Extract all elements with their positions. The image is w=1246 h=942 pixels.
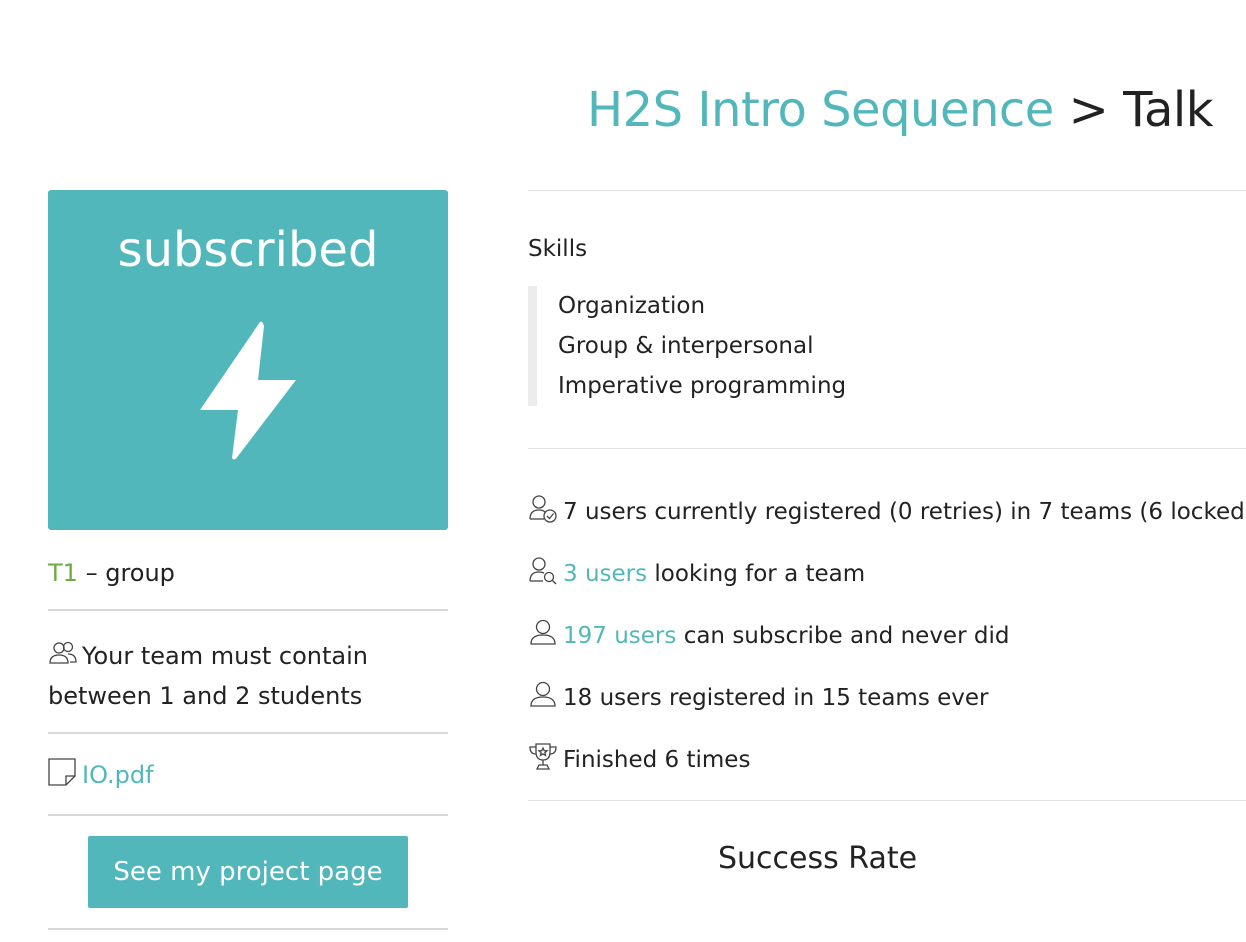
breadcrumb-current: Talk xyxy=(1123,82,1213,138)
divider xyxy=(528,190,1246,191)
user-icon xyxy=(530,619,556,645)
divider xyxy=(48,609,448,611)
stat-looking-text: looking for a team xyxy=(654,561,866,587)
stat-looking: 3 users looking for a team xyxy=(528,556,865,590)
breadcrumb-separator: > xyxy=(1068,82,1109,138)
user-check-icon xyxy=(529,495,557,523)
divider xyxy=(48,732,448,734)
tier-label: T1 xyxy=(48,559,78,587)
skill-item: Organization xyxy=(558,293,706,319)
attachment-link[interactable]: IO.pdf xyxy=(82,761,154,789)
divider xyxy=(48,814,448,816)
divider xyxy=(528,448,1246,449)
can-subscribe-users-link[interactable]: 197 users xyxy=(563,623,676,649)
page-title: H2S Intro Sequence > Talk xyxy=(587,80,1213,140)
breadcrumb-project-link[interactable]: H2S Intro Sequence xyxy=(587,82,1054,138)
project-type-text: – group xyxy=(85,559,175,587)
team-size-info: Your team must contain between 1 and 2 s… xyxy=(48,636,448,716)
divider xyxy=(528,800,1246,801)
lightning-bolt-icon xyxy=(200,321,296,460)
team-size-text: Your team must contain between 1 and 2 s… xyxy=(48,642,368,710)
trophy-icon xyxy=(529,743,557,770)
stat-registered-text: 7 users currently registered (0 retries)… xyxy=(563,499,1246,525)
stat-finished-text: Finished 6 times xyxy=(563,747,751,773)
status-label: subscribed xyxy=(117,222,379,278)
stat-registered: 7 users currently registered (0 retries)… xyxy=(528,494,1246,528)
attachment-row: IO.pdf xyxy=(48,758,448,792)
user-search-icon xyxy=(529,557,557,585)
success-rate-title: Success Rate xyxy=(718,841,918,876)
skills-title: Skills xyxy=(528,236,588,262)
stat-can-subscribe-text: can subscribe and never did xyxy=(683,623,1010,649)
project-type: T1 – group xyxy=(48,556,448,590)
looking-users-link[interactable]: 3 users xyxy=(563,561,647,587)
stat-ever-text: 18 users registered in 15 teams ever xyxy=(563,685,989,711)
stat-finished: Finished 6 times xyxy=(528,742,750,776)
skill-item: Group & interpersonal xyxy=(558,333,814,359)
user-icon xyxy=(530,681,556,707)
stat-ever: 18 users registered in 15 teams ever xyxy=(528,680,988,714)
document-icon xyxy=(48,758,76,786)
skill-item: Imperative programming xyxy=(558,373,847,399)
project-page-button[interactable]: See my project page xyxy=(88,836,408,908)
skills-list: Organization Group & interpersonal Imper… xyxy=(528,286,846,406)
users-group-icon xyxy=(49,641,77,664)
stat-can-subscribe: 197 users can subscribe and never did xyxy=(528,618,1009,652)
divider xyxy=(48,928,448,930)
